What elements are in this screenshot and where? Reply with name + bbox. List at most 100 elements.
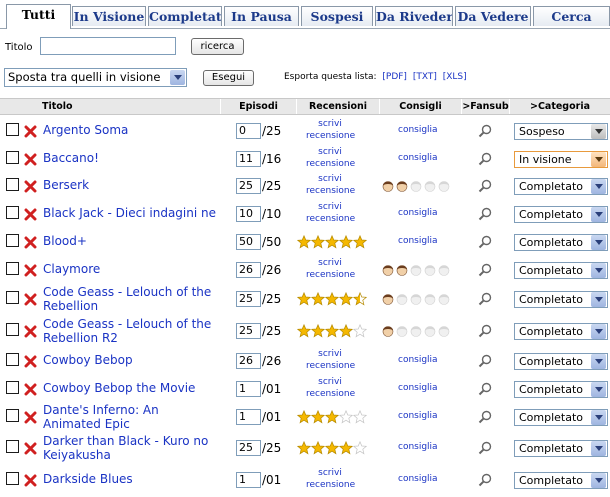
fansub-search-icon[interactable] — [478, 353, 492, 368]
fansub-search-icon[interactable] — [478, 206, 492, 221]
category-select[interactable]: Completato — [514, 178, 608, 195]
episodes-watched-input[interactable]: 25 — [236, 178, 261, 194]
anime-title-link[interactable]: Darker than Black - Kuro no Keiyakusha — [43, 434, 218, 462]
category-select[interactable]: In visione — [514, 151, 608, 168]
episodes-watched-input[interactable]: 25 — [236, 323, 261, 339]
delete-icon[interactable] — [24, 472, 37, 487]
fansub-search-icon[interactable] — [478, 323, 492, 338]
fansub-search-icon[interactable] — [478, 178, 492, 193]
recommend-head-icon[interactable] — [423, 178, 437, 197]
episodes-watched-input[interactable]: 26 — [236, 353, 261, 369]
recommend-head-icon[interactable] — [395, 323, 409, 342]
fansub-search-icon[interactable] — [478, 472, 492, 487]
write-review-link[interactable]: scrivi recensione — [306, 467, 355, 491]
recommend-head-icon[interactable] — [395, 291, 409, 310]
recommend-head-icon[interactable] — [381, 323, 395, 342]
recommend-link[interactable]: consiglia — [398, 411, 438, 421]
tab-in-visione[interactable]: In Visione — [72, 6, 146, 26]
fansub-search-icon[interactable] — [478, 440, 492, 455]
episodes-watched-input[interactable]: 1 — [236, 381, 261, 397]
recommend-link[interactable]: consiglia — [398, 208, 438, 218]
recommend-head-icon[interactable] — [423, 291, 437, 310]
write-review-link[interactable]: scrivi recensione — [306, 257, 355, 281]
delete-icon[interactable] — [24, 353, 37, 368]
episodes-watched-input[interactable]: 10 — [236, 206, 261, 222]
category-select[interactable]: Completato — [514, 262, 608, 279]
category-select[interactable]: Completato — [514, 381, 608, 398]
write-review-link[interactable]: scrivi recensione — [306, 348, 355, 372]
recommend-link[interactable]: consiglia — [398, 355, 438, 365]
anime-title-link[interactable]: Argento Soma — [43, 123, 218, 137]
category-select[interactable]: Completato — [514, 206, 608, 223]
column-header-fansub[interactable]: >Fansub — [461, 99, 509, 114]
tab-da-vedere[interactable]: Da Vedere — [455, 6, 531, 26]
category-select[interactable]: Completato — [514, 323, 608, 340]
bulk-action-select[interactable]: Sposta tra quelli in visione — [4, 68, 187, 87]
anime-title-link[interactable]: Code Geass - Lelouch of the Rebellion R2 — [43, 317, 218, 345]
row-checkbox[interactable] — [6, 409, 19, 422]
anime-title-link[interactable]: Berserk — [43, 178, 218, 192]
category-select[interactable]: Completato — [514, 291, 608, 308]
anime-title-link[interactable]: Code Geass - Lelouch of the Rebellion — [43, 285, 218, 313]
row-checkbox[interactable] — [6, 440, 19, 453]
fansub-search-icon[interactable] — [478, 262, 492, 277]
title-search-input[interactable] — [40, 37, 176, 55]
row-checkbox[interactable] — [6, 234, 19, 247]
tab-completati[interactable]: Completati — [148, 6, 222, 26]
fansub-search-icon[interactable] — [478, 381, 492, 396]
anime-title-link[interactable]: Darkside Blues — [43, 472, 218, 486]
recommend-link[interactable]: consiglia — [398, 153, 438, 163]
anime-title-link[interactable]: Cowboy Bebop — [43, 353, 218, 367]
recommend-head-icon[interactable] — [409, 323, 423, 342]
search-button[interactable]: ricerca — [191, 38, 244, 55]
column-header-titolo[interactable]: Titolo — [22, 99, 220, 114]
episodes-watched-input[interactable]: 0 — [236, 123, 261, 139]
export-txt-link[interactable]: [TXT] — [413, 72, 437, 82]
episodes-watched-input[interactable]: 25 — [236, 291, 261, 307]
delete-icon[interactable] — [24, 123, 37, 138]
recommend-head-icon[interactable] — [437, 178, 451, 197]
column-header-categoria[interactable]: >Categoria — [509, 99, 610, 114]
row-checkbox[interactable] — [6, 151, 19, 164]
recommend-head-icon[interactable] — [395, 178, 409, 197]
row-checkbox[interactable] — [6, 123, 19, 136]
recommend-link[interactable]: consiglia — [398, 442, 438, 452]
delete-icon[interactable] — [24, 151, 37, 166]
anime-title-link[interactable]: Cowboy Bebop the Movie — [43, 381, 218, 395]
recommend-link[interactable]: consiglia — [398, 125, 438, 135]
anime-title-link[interactable]: Claymore — [43, 262, 218, 276]
write-review-link[interactable]: scrivi recensione — [306, 201, 355, 225]
row-checkbox[interactable] — [6, 291, 19, 304]
fansub-search-icon[interactable] — [478, 151, 492, 166]
export-pdf-link[interactable]: [PDF] — [382, 72, 407, 82]
anime-title-link[interactable]: Black Jack - Dieci indagini ne — [43, 206, 218, 220]
tab-cerca[interactable]: Cerca — [533, 6, 610, 26]
execute-button[interactable]: Esegui — [203, 70, 254, 86]
tab-tutti[interactable]: Tutti — [6, 4, 71, 29]
anime-title-link[interactable]: Blood+ — [43, 234, 218, 248]
row-checkbox[interactable] — [6, 381, 19, 394]
episodes-watched-input[interactable]: 25 — [236, 440, 261, 456]
delete-icon[interactable] — [24, 178, 37, 193]
episodes-watched-input[interactable]: 1 — [236, 409, 261, 425]
delete-icon[interactable] — [24, 323, 37, 338]
recommend-head-icon[interactable] — [437, 262, 451, 281]
category-select[interactable]: Completato — [514, 440, 608, 457]
episodes-watched-input[interactable]: 50 — [236, 234, 261, 250]
episodes-watched-input[interactable]: 11 — [236, 151, 261, 167]
fansub-search-icon[interactable] — [478, 234, 492, 249]
category-select[interactable]: Completato — [514, 353, 608, 370]
recommend-head-icon[interactable] — [437, 323, 451, 342]
delete-icon[interactable] — [24, 291, 37, 306]
fansub-search-icon[interactable] — [478, 409, 492, 424]
recommend-head-icon[interactable] — [395, 262, 409, 281]
column-header-episodi[interactable]: Episodi — [220, 99, 296, 114]
fansub-search-icon[interactable] — [478, 291, 492, 306]
delete-icon[interactable] — [24, 381, 37, 396]
recommend-link[interactable]: consiglia — [398, 474, 438, 484]
recommend-head-icon[interactable] — [381, 291, 395, 310]
category-select[interactable]: Completato — [514, 234, 608, 251]
write-review-link[interactable]: scrivi recensione — [306, 376, 355, 400]
tab-da-rivedere[interactable]: Da Rivedere — [375, 6, 453, 26]
episodes-watched-input[interactable]: 1 — [236, 472, 261, 488]
